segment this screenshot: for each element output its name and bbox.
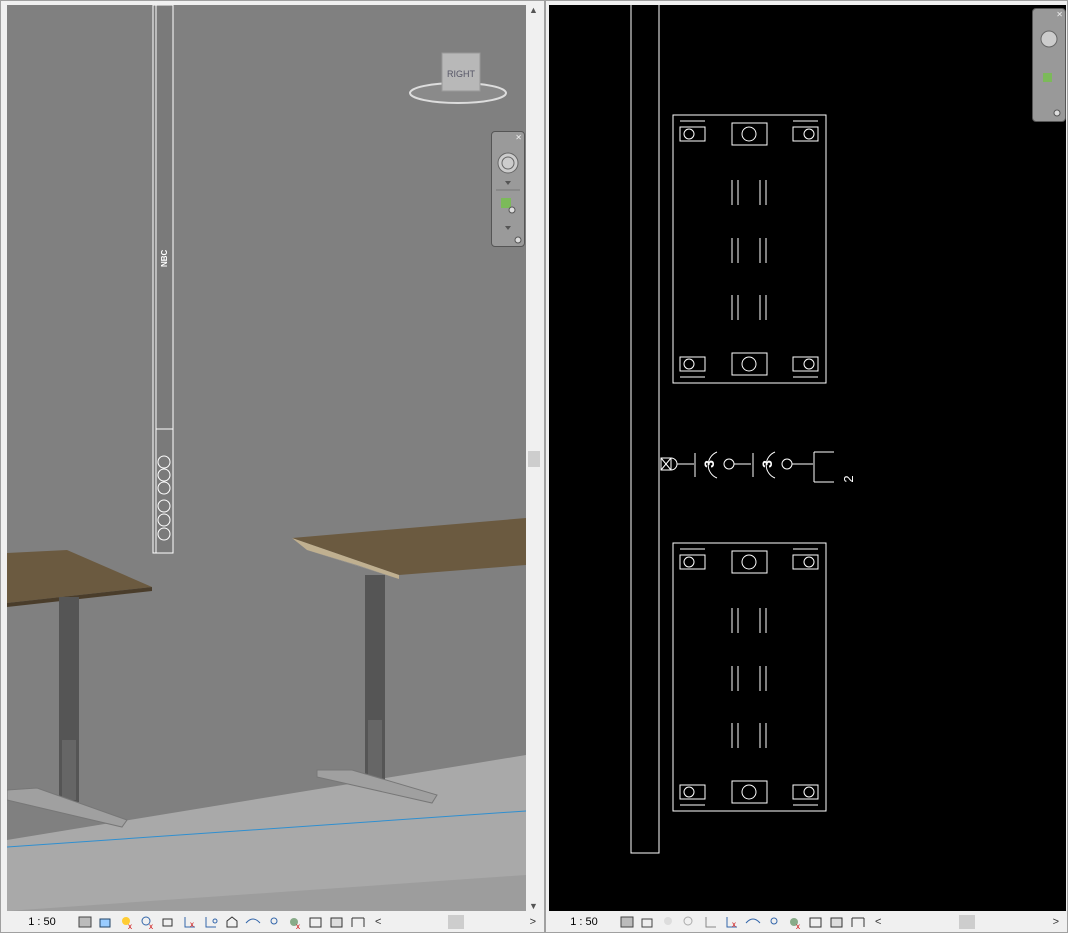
desk-right[interactable] [292,518,526,804]
options-icon [1053,109,1061,117]
close-icon[interactable]: ✕ [515,133,522,142]
show-crop-icon[interactable]: x [724,915,740,929]
view-control-bar: 1 : 50 x x x x < > [7,913,540,931]
highlight-displacement-icon[interactable] [350,915,366,929]
scroll-left-arrow[interactable]: < [871,916,885,928]
svg-text:x: x [796,922,800,929]
3d-view-canvas[interactable]: NBC RIGHT ✕ [7,5,526,911]
temporary-hide-icon[interactable] [745,915,761,929]
crop-view-icon[interactable] [703,915,719,929]
horizontal-scrollbar[interactable] [885,915,1048,929]
scroll-right-arrow[interactable]: > [1049,916,1063,928]
sun-path-off-icon[interactable]: x [119,915,135,929]
svg-text:x: x [190,920,194,929]
view-3d-pane: NBC RIGHT ✕ ▲ ▼ 1: 50 x x x x < > [0,0,545,933]
render-icon[interactable] [161,915,177,929]
zoom-region-icon [1043,73,1052,82]
svg-text:x: x [732,920,736,929]
horizontal-scrollbar[interactable] [385,915,525,929]
detail-level-icon[interactable] [77,915,93,929]
navigation-bar[interactable]: ✕ [1032,8,1066,122]
vertical-scrollbar[interactable]: ▲ ▼ [527,5,541,911]
sun-path-off-icon[interactable] [661,915,677,929]
hide-analytical-icon[interactable] [829,915,845,929]
show-crop-icon[interactable] [203,915,219,929]
view-scale[interactable]: 1 : 50 [7,916,77,928]
temporary-view-properties-icon[interactable] [808,915,824,929]
visual-style-icon[interactable] [98,915,114,929]
navigation-bar[interactable]: ✕ [491,131,525,247]
reveal-hidden-icon[interactable] [266,915,282,929]
steering-wheel-icon [1040,30,1058,48]
3d-scene: NBC RIGHT [7,5,526,911]
desk-left[interactable] [7,550,152,828]
detail-level-icon[interactable] [619,915,635,929]
plan-drawing: 3 3 2 [630,5,856,854]
view-scale[interactable]: 1 : 50 [549,916,619,928]
shadows-off-icon[interactable] [682,915,698,929]
circuit-tag: 3 [759,460,775,468]
shadows-off-icon[interactable]: x [140,915,156,929]
temporary-hide-icon[interactable] [245,915,261,929]
svg-text:x: x [296,922,300,929]
floor-plan-pane: 3 3 2 ✕ 1 : 50 x x < > [545,0,1068,933]
worksharing-display-icon[interactable]: x [787,915,803,929]
worksharing-display-icon[interactable]: x [287,915,303,929]
temporary-view-properties-icon[interactable] [308,915,324,929]
chevron-down-icon [505,181,511,185]
view-control-bar: 1 : 50 x x < > [549,913,1063,931]
wall [630,5,660,854]
hide-analytical-icon[interactable] [329,915,345,929]
scroll-left-arrow[interactable]: < [371,916,385,928]
svg-text:x: x [149,922,153,929]
svg-text:NBC: NBC [160,249,169,267]
circuit-tag: 2 [841,475,856,482]
options-icon [514,236,522,244]
svg-text:x: x [128,922,132,929]
circuit-tag: 3 [701,460,717,468]
steering-wheel-icon [497,152,519,174]
desk-symbol-bottom [672,542,827,812]
zoom-region-icon [501,198,511,208]
plan-view-canvas[interactable]: 3 3 2 ✕ [549,5,1066,911]
chevron-down-icon [505,226,511,230]
crop-view-icon[interactable]: x [182,915,198,929]
highlight-displacement-icon[interactable] [850,915,866,929]
close-icon[interactable]: ✕ [1056,10,1063,19]
scroll-right-arrow[interactable]: > [526,916,540,928]
unlock-3d-icon[interactable] [224,915,240,929]
desk-symbol-top[interactable] [672,114,827,384]
electrical-panel[interactable]: NBC [152,5,174,554]
visual-style-icon[interactable] [640,915,656,929]
reveal-hidden-icon[interactable] [766,915,782,929]
view-cube[interactable]: RIGHT [409,52,507,104]
svg-text:RIGHT: RIGHT [447,69,476,79]
circuit-wiring[interactable] [660,451,834,483]
